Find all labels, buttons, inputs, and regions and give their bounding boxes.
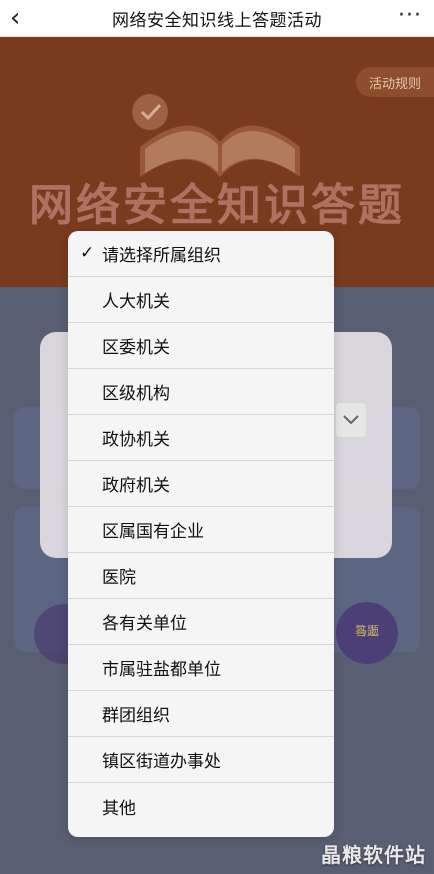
- checkmark-icon: ✓: [80, 243, 95, 263]
- option-label: 政协机关: [102, 430, 170, 450]
- picker-option[interactable]: 区委机关: [68, 323, 334, 369]
- picker-option[interactable]: 政协机关: [68, 415, 334, 461]
- more-dots-icon[interactable]: ···: [398, 4, 422, 28]
- option-label: 其他: [102, 798, 136, 819]
- chevron-down-icon[interactable]: [336, 403, 366, 437]
- page-title: 网络安全知识线上答题活动: [112, 10, 322, 31]
- picker-option[interactable]: 区属国有企业: [68, 507, 334, 553]
- option-label: 镇区街道办事处: [102, 752, 221, 772]
- picker-option[interactable]: 其他: [68, 783, 334, 829]
- option-label: 请选择所属组织: [102, 246, 221, 266]
- rules-label: 活动规则: [368, 76, 421, 92]
- option-label: 医院: [102, 568, 136, 588]
- picker-option[interactable]: 区级机构: [68, 369, 334, 415]
- option-label: 人大机关: [102, 292, 170, 312]
- option-label: 政府机关: [102, 476, 170, 496]
- option-label: 区属国有企业: [102, 522, 204, 542]
- organization-picker[interactable]: ✓ 请选择所属组织 人大机关 区委机关 区级机构 政协机关 政府机关 区属国有企业…: [68, 231, 334, 837]
- picker-option[interactable]: 政府机关: [68, 461, 334, 507]
- picker-option[interactable]: ✓ 请选择所属组织: [68, 231, 334, 277]
- picker-option[interactable]: 各有关单位: [68, 599, 334, 645]
- start-quiz-button[interactable]: 马上 答题: [336, 602, 398, 664]
- picker-option[interactable]: 人大机关: [68, 277, 334, 323]
- watermark: 晶粮软件站: [321, 843, 426, 867]
- start-label-line2: 答题: [354, 624, 379, 638]
- option-label: 各有关单位: [102, 614, 187, 634]
- picker-option[interactable]: 市属驻盐都单位: [68, 645, 334, 691]
- picker-option[interactable]: 镇区街道办事处: [68, 737, 334, 783]
- navigation-bar: ‹ 网络安全知识线上答题活动 ···: [0, 0, 434, 37]
- hero-heading: 网络安全知识答题: [29, 180, 405, 231]
- option-label: 区级机构: [102, 384, 170, 404]
- option-label: 区委机关: [102, 338, 170, 358]
- option-label: 市属驻盐都单位: [102, 660, 221, 680]
- picker-option[interactable]: 医院: [68, 553, 334, 599]
- rules-button[interactable]: 活动规则: [356, 67, 434, 97]
- back-chevron-icon[interactable]: ‹: [10, 4, 20, 32]
- picker-option[interactable]: 群团组织: [68, 691, 334, 737]
- option-label: 群团组织: [102, 706, 170, 726]
